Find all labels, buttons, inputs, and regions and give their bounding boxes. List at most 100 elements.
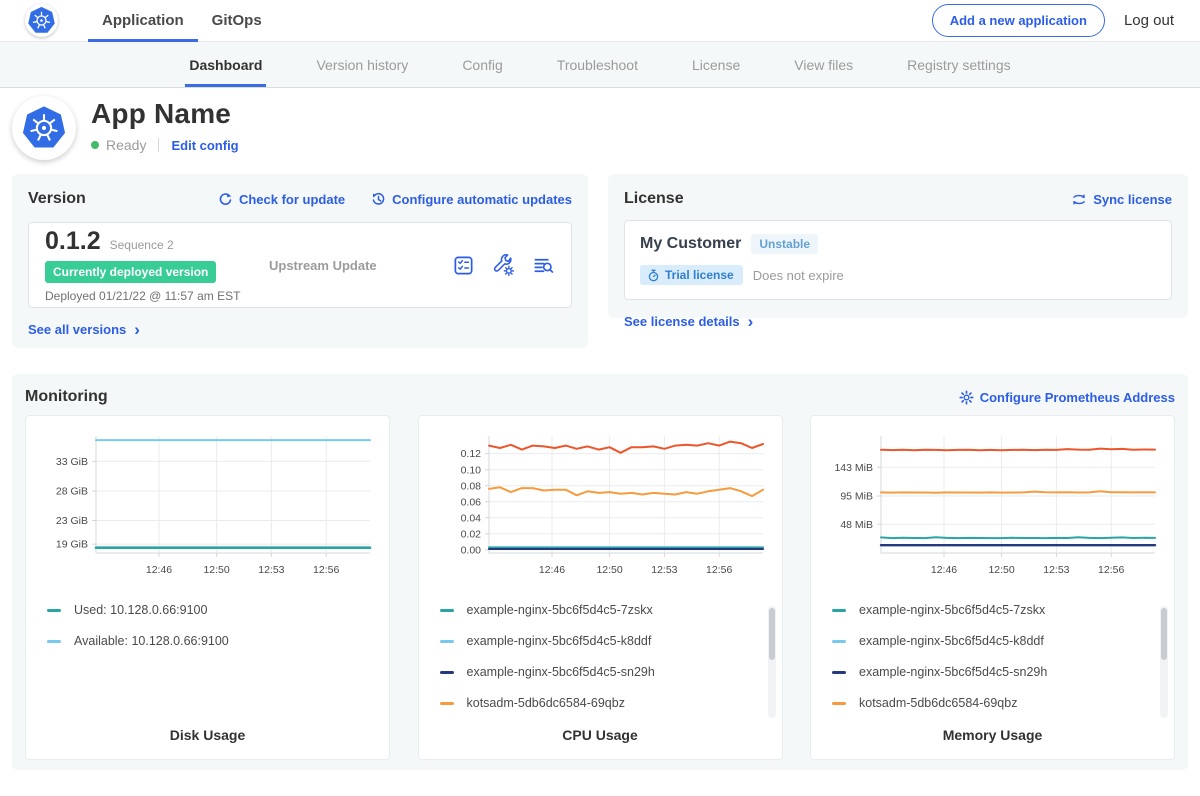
- svg-text:12:46: 12:46: [538, 564, 564, 576]
- scrollbar-thumb[interactable]: [1161, 608, 1167, 660]
- series-color-dash: [832, 609, 846, 612]
- legend-item[interactable]: example-nginx-5bc6f5d4c5-7zskx: [440, 603, 770, 617]
- svg-text:28 GiB: 28 GiB: [56, 486, 88, 498]
- svg-text:12:56: 12:56: [1098, 564, 1124, 576]
- add-application-button[interactable]: Add a new application: [932, 4, 1105, 37]
- series-label: example-nginx-5bc6f5d4c5-k8ddf: [467, 634, 652, 648]
- see-license-details-link[interactable]: See license details ›: [624, 314, 753, 329]
- configure-automatic-updates-link[interactable]: Configure automatic updates: [371, 192, 572, 207]
- svg-text:12:50: 12:50: [596, 564, 622, 576]
- subnav-view-files[interactable]: View files: [794, 42, 853, 87]
- legend-item[interactable]: Available: 10.128.0.66:9100: [47, 634, 377, 648]
- license-expiry: Does not expire: [753, 268, 844, 283]
- svg-text:143 MiB: 143 MiB: [834, 462, 873, 474]
- configure-prometheus-link[interactable]: Configure Prometheus Address: [959, 390, 1175, 405]
- subnav-troubleshoot[interactable]: Troubleshoot: [557, 42, 638, 87]
- chart-title: Disk Usage: [38, 727, 377, 746]
- legend-item[interactable]: kotsadm-5db6dc6584-69qbz: [832, 696, 1162, 710]
- series-color-dash: [832, 702, 846, 705]
- current-version-row: 0.1.2 Sequence 2 Currently deployed vers…: [28, 222, 572, 308]
- svg-text:0.08: 0.08: [460, 480, 481, 492]
- customer-name: My Customer: [640, 235, 741, 253]
- series-color-dash: [832, 671, 846, 674]
- subnav-config[interactable]: Config: [462, 42, 502, 87]
- legend-item[interactable]: kotsadm-5db6dc6584-69qbz: [440, 696, 770, 710]
- version-card-title: Version: [28, 190, 86, 208]
- series-color-dash: [47, 609, 61, 612]
- edit-config-link[interactable]: Edit config: [171, 138, 238, 153]
- version-sequence: Sequence 2: [110, 238, 174, 252]
- legend-item[interactable]: example-nginx-5bc6f5d4c5-sn29h: [440, 665, 770, 679]
- svg-text:12:53: 12:53: [258, 564, 284, 576]
- svg-text:12:53: 12:53: [1043, 564, 1069, 576]
- top-nav: Application GitOps Add a new application…: [0, 0, 1200, 42]
- channel-badge: Unstable: [751, 234, 818, 254]
- legend-item[interactable]: Used: 10.128.0.66:9100: [47, 603, 377, 617]
- series-label: example-nginx-5bc6f5d4c5-sn29h: [467, 665, 655, 679]
- series-label: Available: 10.128.0.66:9100: [74, 634, 229, 648]
- svg-text:12:56: 12:56: [706, 564, 732, 576]
- file-search-icon: [532, 254, 555, 277]
- disk-usage-panel: 33 GiB28 GiB23 GiB19 GiB12:4612:5012:531…: [25, 415, 390, 760]
- svg-text:48 MiB: 48 MiB: [840, 519, 873, 531]
- subnav-registry-settings-label: Registry settings: [907, 57, 1010, 73]
- subnav-config-label: Config: [462, 57, 502, 73]
- check-for-update-link[interactable]: Check for update: [218, 192, 345, 207]
- series-color-dash: [440, 671, 454, 674]
- chart-title: Memory Usage: [823, 727, 1162, 746]
- svg-text:0.06: 0.06: [460, 496, 481, 508]
- subnav-registry-settings[interactable]: Registry settings: [907, 42, 1010, 87]
- svg-text:12:46: 12:46: [931, 564, 957, 576]
- memory-usage-panel: 143 MiB95 MiB48 MiB12:4612:5012:5312:56 …: [810, 415, 1175, 760]
- checklist-icon: [452, 254, 475, 277]
- cpu-usage-panel: 0.120.100.080.060.040.020.0012:4612:5012…: [418, 415, 783, 760]
- subnav-license-label: License: [692, 57, 740, 73]
- kubernetes-logo-icon: [25, 4, 58, 37]
- version-number: 0.1.2: [45, 227, 101, 256]
- deploy-logs-button[interactable]: [532, 254, 555, 277]
- disk-usage-chart[interactable]: 33 GiB28 GiB23 GiB19 GiB12:4612:5012:531…: [38, 428, 378, 580]
- license-card-title: License: [624, 190, 684, 208]
- subnav-version-history-label: Version history: [316, 57, 408, 73]
- subnav-dashboard[interactable]: Dashboard: [189, 42, 262, 87]
- legend-scrollbar[interactable]: [768, 606, 776, 718]
- legend-item[interactable]: example-nginx-5bc6f5d4c5-k8ddf: [832, 634, 1162, 648]
- license-type-badge: Trial license: [640, 265, 743, 285]
- tab-gitops[interactable]: GitOps: [198, 0, 276, 41]
- series-color-dash: [440, 640, 454, 643]
- see-license-details-label: See license details: [624, 314, 740, 329]
- chevron-right-icon: ›: [748, 317, 754, 327]
- legend-item[interactable]: example-nginx-5bc6f5d4c5-sn29h: [832, 665, 1162, 679]
- see-all-versions-label: See all versions: [28, 322, 126, 337]
- svg-text:12:56: 12:56: [313, 564, 339, 576]
- stopwatch-icon: [647, 269, 660, 282]
- subnav-license[interactable]: License: [692, 42, 740, 87]
- see-all-versions-link[interactable]: See all versions›: [28, 322, 140, 337]
- svg-text:95 MiB: 95 MiB: [840, 491, 873, 503]
- sync-arrows-icon: [1071, 192, 1087, 207]
- refresh-icon: [218, 192, 233, 207]
- disk-usage-legend: Used: 10.128.0.66:9100 Available: 10.128.…: [47, 603, 377, 665]
- license-summary-row: My Customer Unstable Trial license Does …: [624, 220, 1172, 300]
- subnav-version-history[interactable]: Version history: [316, 42, 408, 87]
- version-card: Version Check for update Configure au: [12, 174, 588, 348]
- gear-icon: [959, 390, 974, 405]
- preflight-checks-button[interactable]: [452, 254, 475, 277]
- legend-item[interactable]: example-nginx-5bc6f5d4c5-k8ddf: [440, 634, 770, 648]
- series-color-dash: [47, 640, 61, 643]
- memory-usage-chart[interactable]: 143 MiB95 MiB48 MiB12:4612:5012:5312:56: [823, 428, 1163, 580]
- view-config-button[interactable]: [492, 254, 515, 277]
- svg-text:0.00: 0.00: [460, 544, 481, 556]
- tab-application[interactable]: Application: [88, 0, 198, 41]
- svg-text:0.04: 0.04: [460, 512, 481, 524]
- sync-license-link[interactable]: Sync license: [1071, 192, 1172, 207]
- status-ready-dot: [91, 141, 99, 149]
- logout-button[interactable]: Log out: [1124, 12, 1174, 29]
- svg-text:12:50: 12:50: [203, 564, 229, 576]
- cpu-usage-chart[interactable]: 0.120.100.080.060.040.020.0012:4612:5012…: [431, 428, 771, 580]
- legend-item[interactable]: example-nginx-5bc6f5d4c5-7zskx: [832, 603, 1162, 617]
- subnav-dashboard-label: Dashboard: [189, 57, 262, 73]
- scrollbar-thumb[interactable]: [769, 608, 775, 660]
- subnav-view-files-label: View files: [794, 57, 853, 73]
- legend-scrollbar[interactable]: [1160, 606, 1168, 718]
